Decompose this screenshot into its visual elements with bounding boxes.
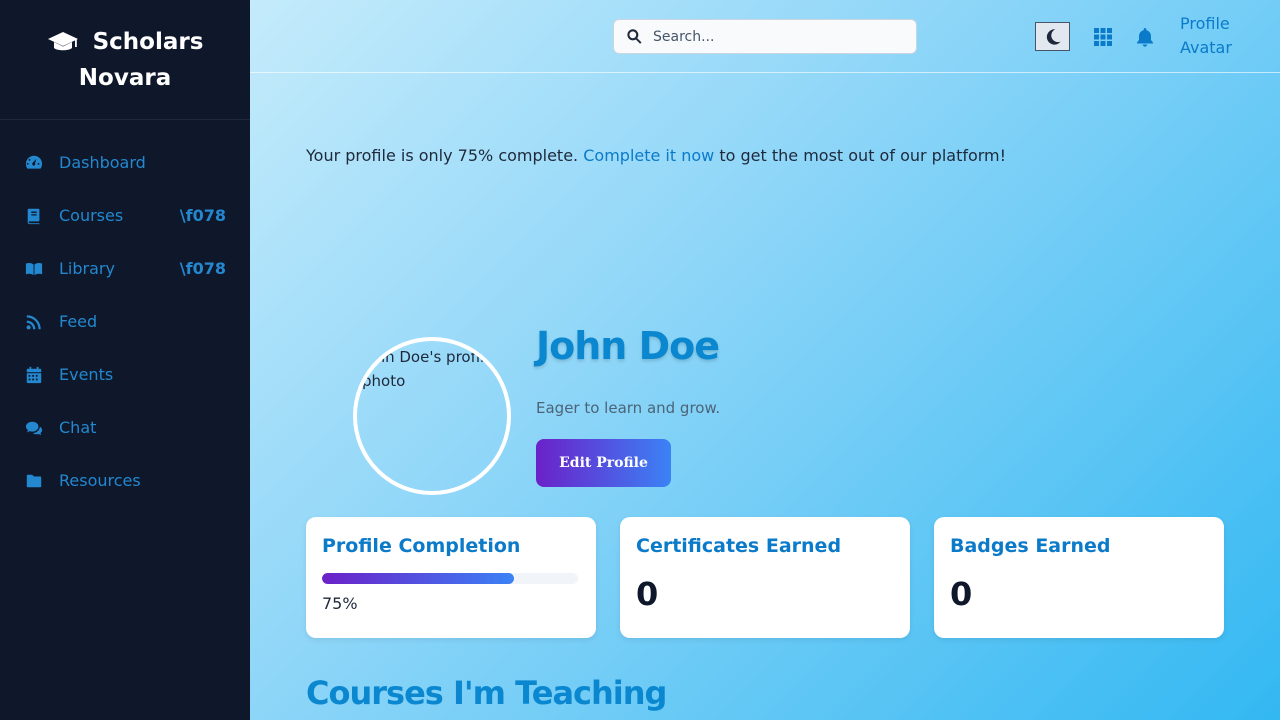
profile-completion-card: Profile Completion 75%: [306, 517, 596, 638]
sidebar: Scholars Novara Dashboard Courses \f078 …: [0, 0, 250, 720]
brand-name-line2: Novara: [78, 64, 172, 91]
sidebar-item-library[interactable]: Library \f078: [0, 242, 250, 295]
sidebar-item-label: Courses: [59, 206, 124, 225]
brand[interactable]: Scholars Novara: [0, 0, 250, 120]
sidebar-item-label: Resources: [59, 471, 141, 490]
search-icon: [627, 29, 642, 44]
badges-card: Badges Earned 0: [934, 517, 1224, 638]
section-title-teaching: Courses I'm Teaching: [306, 674, 667, 712]
sidebar-item-feed[interactable]: Feed: [0, 295, 250, 348]
sidebar-item-resources[interactable]: Resources: [0, 454, 250, 507]
notice-prefix: Your profile is only 75% complete.: [306, 146, 579, 165]
moon-icon: [1046, 28, 1061, 45]
calendar-icon: [24, 365, 44, 385]
apps-grid-button[interactable]: [1092, 26, 1114, 48]
edit-profile-button[interactable]: Edit Profile: [536, 439, 671, 487]
book-icon: [24, 206, 44, 226]
search-box[interactable]: [613, 19, 917, 54]
sidebar-item-courses[interactable]: Courses \f078: [0, 189, 250, 242]
sidebar-item-label: Feed: [59, 312, 98, 331]
graduation-cap-icon: [47, 31, 78, 50]
profile-completion-notice: Your profile is only 75% complete. Compl…: [306, 146, 1006, 165]
sidebar-item-label: Chat: [59, 418, 97, 437]
notice-suffix: to get the most out of our platform!: [719, 146, 1007, 165]
theme-toggle-button[interactable]: [1035, 22, 1070, 51]
sidebar-item-chat[interactable]: Chat: [0, 401, 250, 454]
card-title: Badges Earned: [950, 535, 1111, 557]
progress-bar: [322, 573, 578, 584]
rss-icon: [24, 312, 44, 332]
card-title: Profile Completion: [322, 535, 521, 557]
brand-name-line1: Scholars: [92, 28, 204, 55]
grid-icon: [1094, 27, 1112, 46]
sidebar-item-dashboard[interactable]: Dashboard: [0, 136, 250, 189]
sidebar-item-events[interactable]: Events: [0, 348, 250, 401]
certificates-count: 0: [636, 575, 659, 613]
book-open-icon: [24, 259, 44, 279]
progress-bar-fill: [322, 573, 514, 584]
gauge-icon: [24, 153, 44, 173]
top-bar: Profile Avatar: [250, 0, 1280, 73]
sidebar-item-expand-glyph[interactable]: \f078: [180, 206, 226, 225]
top-actions: [1035, 22, 1176, 51]
comments-icon: [24, 418, 44, 438]
avatar[interactable]: Profile Avatar: [1180, 12, 1250, 60]
profile-name: John Doe: [536, 324, 720, 368]
progress-percent: 75%: [322, 594, 358, 613]
notifications-button[interactable]: [1134, 26, 1156, 48]
sidebar-item-label: Library: [59, 259, 115, 278]
profile-bio: Eager to learn and grow.: [536, 399, 721, 417]
sidebar-item-expand-glyph[interactable]: \f078: [180, 259, 226, 278]
card-title: Certificates Earned: [636, 535, 842, 557]
sidebar-item-label: Events: [59, 365, 114, 384]
complete-profile-link[interactable]: Complete it now: [583, 146, 714, 165]
main-content: Profile Avatar Your profile is only 75% …: [250, 0, 1280, 720]
profile-photo[interactable]: John Doe's profile photo: [353, 337, 511, 495]
folder-icon: [24, 471, 44, 491]
sidebar-item-label: Dashboard: [59, 153, 146, 172]
sidebar-nav: Dashboard Courses \f078 Library \f078 Fe…: [0, 120, 250, 507]
search-input[interactable]: [653, 28, 893, 45]
profile-photo-alt: John Doe's profile photo: [362, 348, 494, 390]
certificates-card: Certificates Earned 0: [620, 517, 910, 638]
bell-icon: [1137, 27, 1153, 47]
badges-count: 0: [950, 575, 973, 613]
